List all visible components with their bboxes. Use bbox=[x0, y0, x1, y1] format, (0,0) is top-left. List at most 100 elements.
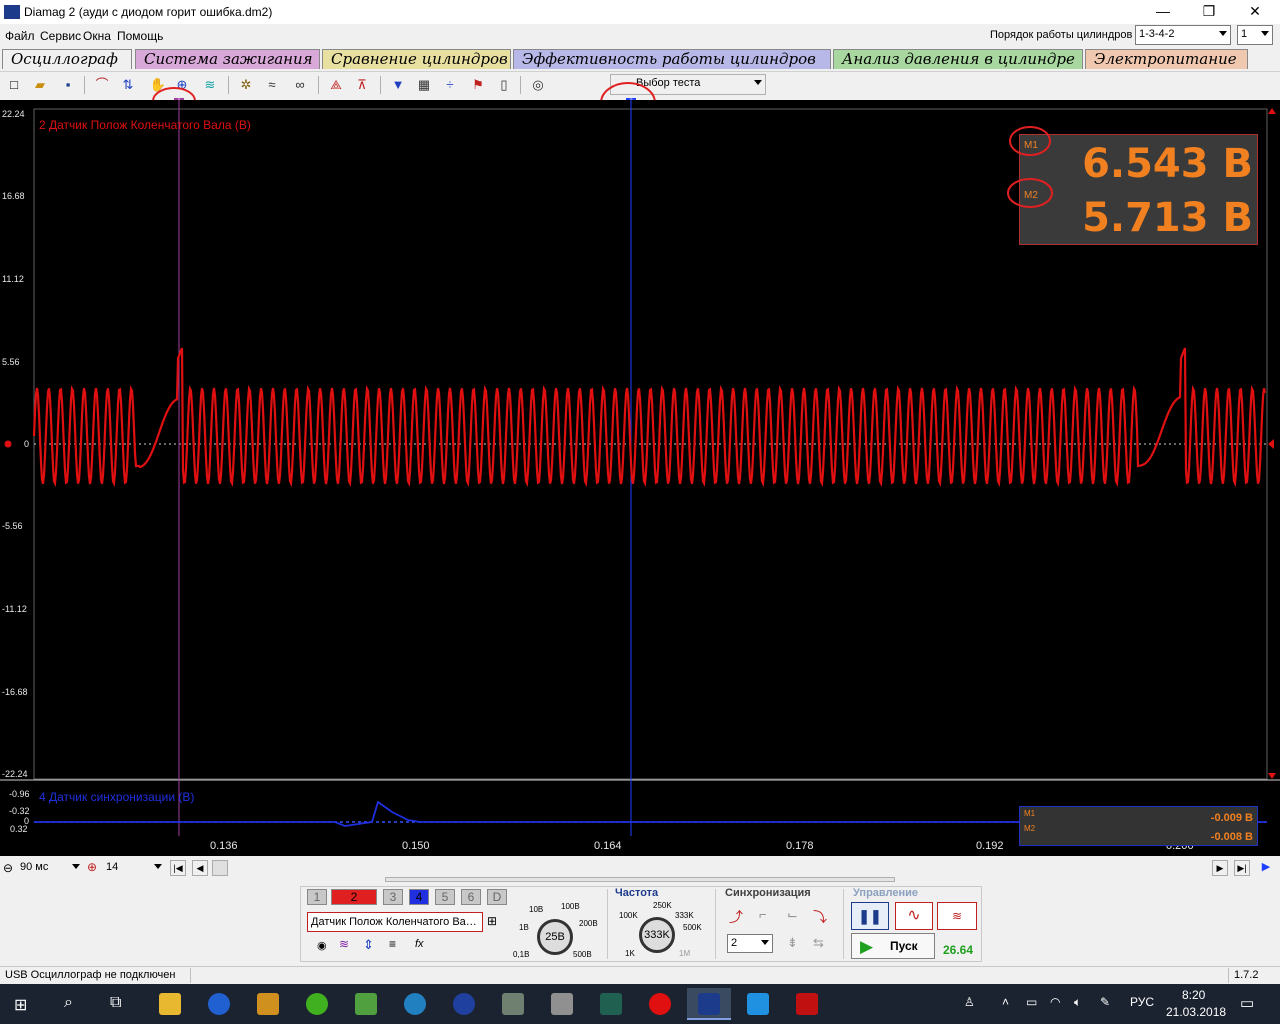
funnel-icon[interactable]: ▼ bbox=[388, 75, 408, 95]
taskbar-app13[interactable] bbox=[736, 988, 780, 1020]
clock-time[interactable]: 8:20 bbox=[1182, 988, 1205, 1002]
invert-wave-icon[interactable]: ≋ bbox=[339, 937, 349, 951]
sync-auto-icon[interactable]: ⤵ bbox=[813, 907, 827, 927]
frequency-knob[interactable]: 333K bbox=[639, 917, 675, 953]
tab-oscilloscope[interactable]: Осциллограф bbox=[2, 49, 132, 69]
multi-wave-button[interactable]: ≋ bbox=[937, 902, 977, 930]
taskbar-app9[interactable] bbox=[540, 988, 584, 1020]
sine-mode-button[interactable]: ∿ bbox=[895, 902, 933, 930]
voltage-knob[interactable]: 25В bbox=[537, 919, 573, 955]
tab-pressure-analysis[interactable]: Анализ давления в цилиндре bbox=[833, 49, 1083, 69]
channel-button-5[interactable]: 5 bbox=[435, 889, 455, 905]
split-icon[interactable]: ÷ bbox=[440, 75, 460, 95]
sync-level-icon[interactable]: ⇟ bbox=[787, 935, 798, 951]
tab-ignition[interactable]: Система зажигания bbox=[135, 49, 320, 69]
channel-name-field[interactable]: Датчик Полож Коленчатого Ва… bbox=[307, 912, 483, 932]
chevron-up-icon[interactable]: ˄ bbox=[1002, 995, 1009, 1009]
windows-start-icon[interactable]: ⊞ bbox=[14, 995, 27, 1015]
x-tick: 0.136 bbox=[210, 840, 238, 852]
taskbar-pdf[interactable] bbox=[785, 988, 829, 1020]
channel-button-2[interactable]: 2 bbox=[331, 889, 377, 905]
cylinder-count-stepper[interactable]: 1 bbox=[1237, 25, 1273, 45]
sync-offset-icon[interactable]: ⇆ bbox=[813, 935, 824, 951]
task-view-icon[interactable]: ⧉ bbox=[110, 994, 121, 1012]
language-indicator[interactable]: РУС bbox=[1130, 995, 1154, 1009]
taskbar-app10[interactable] bbox=[589, 988, 633, 1020]
taskbar-app4[interactable] bbox=[295, 988, 339, 1020]
menu-help[interactable]: Помощь bbox=[117, 29, 163, 43]
flag-icon[interactable]: ⚑ bbox=[468, 75, 488, 95]
sensor-settings-icon[interactable]: ⊞ bbox=[487, 914, 497, 928]
sync-up-edge-icon[interactable]: ⌐ bbox=[759, 907, 767, 922]
tab-cylinder-compare[interactable]: Сравнение цилиндров bbox=[322, 49, 511, 69]
taskbar-app7[interactable] bbox=[442, 988, 486, 1020]
x-tick: 0.178 bbox=[786, 840, 814, 852]
channel-button-3[interactable]: 3 bbox=[383, 889, 403, 905]
menu-file[interactable]: Файл bbox=[5, 29, 35, 43]
wave-icon[interactable]: ≈ bbox=[262, 75, 282, 95]
people-icon[interactable]: ♙ bbox=[964, 995, 975, 1009]
minimize-button[interactable]: — bbox=[1140, 0, 1186, 24]
function-icon[interactable]: fx bbox=[415, 938, 424, 950]
new-file-icon[interactable]: □ bbox=[4, 75, 24, 95]
wifi-icon[interactable]: ◠ bbox=[1050, 995, 1060, 1009]
menu-service[interactable]: Сервис bbox=[40, 29, 81, 43]
auto-measure-icon[interactable]: ⟁ bbox=[326, 75, 346, 95]
pen-icon[interactable]: ✎ bbox=[1100, 995, 1110, 1009]
taskbar-app3[interactable] bbox=[246, 988, 290, 1020]
sync-rising-icon[interactable]: ⤴ bbox=[729, 907, 743, 927]
channel-button-4[interactable]: 4 bbox=[409, 889, 429, 905]
start-button[interactable]: ▶ Пуск bbox=[851, 933, 935, 959]
move-vertical-icon[interactable]: ⇕ bbox=[363, 937, 374, 953]
grid-icon[interactable]: ▦ bbox=[414, 75, 434, 95]
taskbar-app5[interactable] bbox=[344, 988, 388, 1020]
taskbar-app2[interactable] bbox=[197, 988, 241, 1020]
overview-scrollbar[interactable] bbox=[385, 877, 895, 882]
zoom-out-icon[interactable]: ⊖ bbox=[3, 861, 13, 875]
maximize-button[interactable]: ❐ bbox=[1186, 0, 1232, 24]
search-icon[interactable]: ⌕ bbox=[64, 994, 73, 1012]
measure-zero-icon[interactable]: ⊼ bbox=[352, 75, 372, 95]
scroll-last-button[interactable]: ▶| bbox=[1234, 860, 1250, 876]
scroll-prev-button[interactable]: ◀ bbox=[192, 860, 208, 876]
channel-button-d[interactable]: D bbox=[487, 889, 507, 905]
scroll-first-button[interactable]: |◀ bbox=[170, 860, 186, 876]
pause-button[interactable]: ❚❚ bbox=[851, 902, 889, 930]
overlay-wave-icon[interactable]: ∞ bbox=[290, 75, 310, 95]
zoom-select[interactable]: 14 bbox=[103, 859, 165, 877]
oscilloscope-view[interactable]: 22.24 16.68 11.12 5.56 0 -5.56 -11.12 -1… bbox=[0, 100, 1280, 856]
tab-power-supply[interactable]: Электропитание bbox=[1085, 49, 1248, 69]
scroll-thumb[interactable] bbox=[212, 860, 228, 876]
cylinder-order-select[interactable]: 1-3-4-2 bbox=[1135, 25, 1231, 45]
eye-icon[interactable]: ◉ bbox=[317, 939, 327, 952]
battery-icon[interactable]: ▭ bbox=[1026, 995, 1037, 1009]
channel-button-6[interactable]: 6 bbox=[461, 889, 481, 905]
sync-channel-select[interactable]: 2 bbox=[727, 934, 773, 953]
save-icon[interactable]: ▪ bbox=[58, 75, 78, 95]
report-icon[interactable]: ▯ bbox=[494, 75, 514, 95]
signal-stack-icon[interactable]: ≋ bbox=[200, 75, 220, 95]
clock-date[interactable]: 21.03.2018 bbox=[1166, 1005, 1226, 1019]
taskbar-app8[interactable] bbox=[491, 988, 535, 1020]
time-div-select[interactable]: 90 мс bbox=[17, 859, 83, 877]
menu-windows[interactable]: Окна bbox=[83, 29, 111, 43]
taskbar-diamag[interactable] bbox=[687, 988, 731, 1020]
close-button[interactable]: ✕ bbox=[1232, 0, 1278, 24]
scroll-next-button[interactable]: ▶ bbox=[1212, 860, 1228, 876]
lines-icon[interactable]: ≡ bbox=[389, 937, 396, 951]
auto-gauge-icon[interactable]: ◎ bbox=[528, 75, 548, 95]
play-scroll-button[interactable]: ▶ bbox=[1258, 860, 1274, 876]
taskbar-explorer[interactable] bbox=[148, 988, 192, 1020]
open-folder-icon[interactable]: ▰ bbox=[30, 75, 50, 95]
zoom-in-icon[interactable]: ⊕ bbox=[87, 860, 97, 874]
cursor-arc-icon[interactable]: ⌒ bbox=[92, 75, 112, 95]
filter-icon[interactable]: ✲ bbox=[236, 75, 256, 95]
taskbar-app6[interactable] bbox=[393, 988, 437, 1020]
volume-icon[interactable]: 🔈︎ bbox=[1074, 995, 1081, 1010]
channel-button-1[interactable]: 1 bbox=[307, 889, 327, 905]
taskbar-opera[interactable] bbox=[638, 988, 682, 1020]
tab-cylinder-efficiency[interactable]: Эффективность работы цилиндров bbox=[513, 49, 831, 69]
notifications-icon[interactable]: ▭ bbox=[1240, 994, 1254, 1012]
sync-down-edge-icon[interactable]: ⌙ bbox=[787, 907, 798, 923]
cursor-scale-icon[interactable]: ⇅ bbox=[118, 75, 138, 95]
